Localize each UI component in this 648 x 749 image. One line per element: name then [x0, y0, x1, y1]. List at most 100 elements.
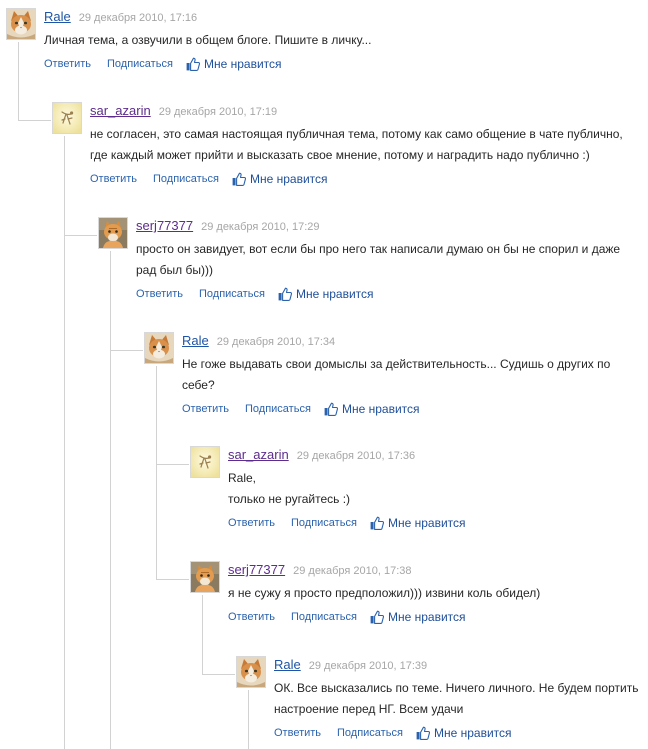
thumbs-up-icon	[278, 287, 292, 301]
comment-actions: Ответить Подписаться Мне нравится	[182, 401, 442, 417]
comment-header: serj77377 29 декабря 2010, 17:29	[136, 217, 620, 239]
like-button[interactable]: Мне нравится	[232, 171, 332, 187]
comment-text: Rale, только не ругайтесь :)	[228, 468, 488, 510]
subscribe-link[interactable]: Подписаться	[337, 725, 403, 741]
user-avatar[interactable]	[98, 217, 128, 249]
reply-link[interactable]: Ответить	[44, 56, 91, 72]
subscribe-link[interactable]: Подписаться	[107, 56, 173, 72]
comment-header: serj77377 29 декабря 2010, 17:38	[228, 561, 540, 583]
comment-text-line: не согласен, это самая настоящая публичн…	[90, 127, 623, 141]
reply-link[interactable]: Ответить	[90, 171, 137, 187]
comment-body: Rale 29 декабря 2010, 17:16 Личная тема, …	[44, 8, 371, 72]
author-link[interactable]: Rale	[182, 333, 209, 348]
like-button[interactable]: Мне нравится	[370, 609, 470, 625]
thumbs-up-icon	[324, 402, 338, 416]
like-button[interactable]: Мне нравится	[370, 515, 470, 531]
author-link[interactable]: serj77377	[136, 218, 193, 233]
comment-text: ОК. Все высказались по теме. Ничего личн…	[274, 678, 638, 720]
comment-text: Не гоже выдавать свои домыслы за действи…	[182, 354, 610, 396]
user-avatar[interactable]	[144, 332, 174, 364]
reply-link[interactable]: Ответить	[228, 609, 275, 625]
comment-text-line: себе?	[182, 378, 215, 392]
subscribe-link[interactable]: Подписаться	[199, 286, 265, 302]
like-label: Мне нравится	[250, 172, 328, 186]
comment-body: sar_azarin 29 декабря 2010, 17:19 не согл…	[90, 102, 623, 187]
reply-link[interactable]: Ответить	[136, 286, 183, 302]
comment-actions: Ответить Подписаться Мне нравится	[228, 515, 488, 531]
comment-text-line: Не гоже выдавать свои домыслы за действи…	[182, 357, 611, 371]
comment-date: 29 декабря 2010, 17:34	[216, 336, 336, 348]
thumbs-up-icon	[232, 172, 246, 186]
comment-text-line: Личная тема, а озвучили в общем блоге. П…	[44, 33, 372, 47]
comment-header: Rale 29 декабря 2010, 17:34	[182, 332, 610, 354]
comment-date: 29 декабря 2010, 17:19	[158, 106, 278, 118]
author-link[interactable]: Rale	[274, 657, 301, 672]
comment-header: sar_azarin 29 декабря 2010, 17:36	[228, 446, 488, 468]
comment-text: Личная тема, а озвучили в общем блоге. П…	[44, 30, 371, 51]
thumbs-up-icon	[186, 57, 200, 71]
comment-actions: Ответить Подписаться Мне нравится	[90, 171, 350, 187]
subscribe-link[interactable]: Подписаться	[245, 401, 311, 417]
like-button[interactable]: Мне нравится	[186, 56, 286, 72]
comment-text: я не сужу я просто предположил))) извини…	[228, 583, 540, 604]
comment-text-line: Rale,	[228, 471, 257, 485]
avatar-image	[191, 447, 219, 477]
author-link[interactable]: Rale	[44, 9, 71, 24]
avatar-image	[191, 562, 219, 592]
avatar-image	[7, 9, 35, 39]
like-label: Мне нравится	[296, 287, 374, 301]
comments-thread: Rale 29 декабря 2010, 17:16 Личная тема, …	[0, 0, 648, 749]
user-avatar[interactable]	[190, 561, 220, 593]
comment-date: 29 декабря 2010, 17:36	[296, 450, 416, 462]
comment-text: просто он завидует, вот если бы про него…	[136, 239, 620, 281]
like-button[interactable]: Мне нравится	[416, 725, 516, 741]
comment-header: sar_azarin 29 декабря 2010, 17:19	[90, 102, 623, 124]
author-link[interactable]: serj77377	[228, 562, 285, 577]
like-label: Мне нравится	[388, 516, 466, 530]
comment-text-line: настроение перед НГ. Всем удачи	[274, 702, 464, 716]
comment-header: Rale 29 декабря 2010, 17:39	[274, 656, 638, 678]
reply-link[interactable]: Ответить	[274, 725, 321, 741]
comment-date: 29 декабря 2010, 17:29	[201, 221, 320, 233]
subscribe-link[interactable]: Подписаться	[291, 515, 357, 531]
thumbs-up-icon	[370, 516, 384, 530]
user-avatar[interactable]	[6, 8, 36, 40]
like-button[interactable]: Мне нравится	[278, 286, 378, 302]
user-avatar[interactable]	[52, 102, 82, 134]
like-label: Мне нравится	[434, 726, 512, 740]
avatar-image	[145, 333, 173, 363]
comment-body: Rale 29 декабря 2010, 17:39 ОК. Все выска…	[274, 656, 638, 741]
comment-actions: Ответить Подписаться Мне нравится	[228, 609, 488, 625]
like-label: Мне нравится	[204, 57, 282, 71]
like-label: Мне нравится	[388, 610, 466, 624]
comment-text-line: просто он завидует, вот если бы про него…	[136, 242, 621, 256]
like-button[interactable]: Мне нравится	[324, 401, 424, 417]
thumbs-up-icon	[370, 610, 384, 624]
comment-date: 29 декабря 2010, 17:16	[78, 12, 198, 24]
comment-header: Rale 29 декабря 2010, 17:16	[44, 8, 371, 30]
comment-actions: Ответить Подписаться Мне нравится	[136, 286, 396, 302]
user-avatar[interactable]	[190, 446, 220, 478]
comment-date: 29 декабря 2010, 17:38	[293, 565, 412, 577]
subscribe-link[interactable]: Подписаться	[153, 171, 219, 187]
comment-text-line: рад был бы)))	[136, 263, 214, 277]
comment-text-line: я не сужу я просто предположил))) извини…	[228, 586, 541, 600]
comment-text: не согласен, это самая настоящая публичн…	[90, 124, 623, 166]
reply-link[interactable]: Ответить	[228, 515, 275, 531]
comment-text-line: где каждый может прийти и высказать свое…	[90, 148, 590, 162]
comment-actions: Ответить Подписаться Мне нравится	[274, 725, 534, 741]
comment-body: Rale 29 декабря 2010, 17:34 Не гоже выдав…	[182, 332, 610, 417]
reply-link[interactable]: Ответить	[182, 401, 229, 417]
thumbs-up-icon	[416, 726, 430, 740]
subscribe-link[interactable]: Подписаться	[291, 609, 357, 625]
comment-date: 29 декабря 2010, 17:39	[308, 660, 428, 672]
like-label: Мне нравится	[342, 402, 420, 416]
avatar-image	[237, 657, 265, 687]
author-link[interactable]: sar_azarin	[90, 103, 151, 118]
comment-actions: Ответить Подписаться Мне нравится	[44, 56, 304, 72]
user-avatar[interactable]	[236, 656, 266, 688]
comment-body: sar_azarin 29 декабря 2010, 17:36 Rale, т…	[228, 446, 488, 531]
comment-body: serj77377 29 декабря 2010, 17:38 я не суж…	[228, 561, 540, 625]
avatar-image	[99, 218, 127, 248]
author-link[interactable]: sar_azarin	[228, 447, 289, 462]
